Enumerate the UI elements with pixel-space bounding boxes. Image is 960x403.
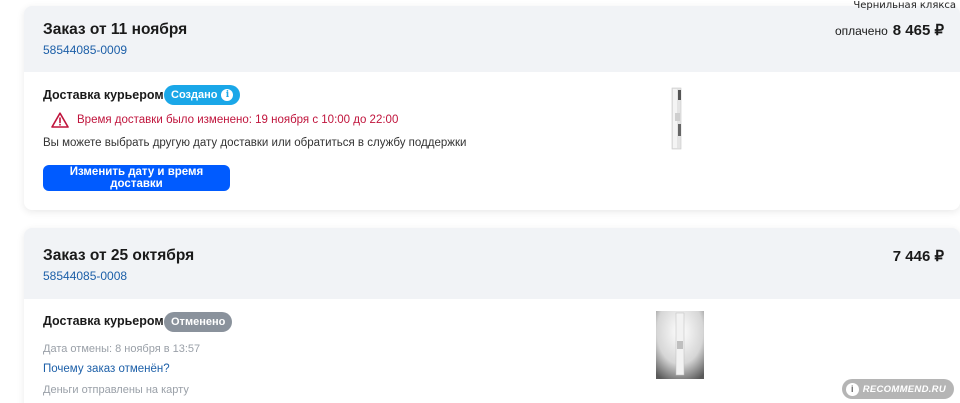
delivery-warning: Время доставки было изменено: 19 ноября …: [51, 112, 398, 128]
delivery-title: Доставка курьером: [43, 314, 164, 328]
order-header: Заказ от 25 октября 58544085-0008 7 446 …: [24, 228, 960, 299]
order-price: оплачено 8 465 ₽: [835, 21, 944, 39]
order-price: 7 446 ₽: [893, 247, 944, 265]
status-badge-label: Отменено: [171, 316, 226, 328]
support-hint: Вы можете выбрать другую дату доставки и…: [43, 137, 467, 149]
order-number-link[interactable]: 58544085-0008: [43, 269, 127, 283]
status-badge-label: Создано: [171, 89, 218, 101]
status-badge[interactable]: Создано i: [164, 85, 241, 105]
product-thumbnail[interactable]: [656, 311, 704, 379]
order-title: Заказ от 11 ноября: [43, 21, 188, 38]
order-title: Заказ от 25 октября: [43, 247, 195, 264]
order-card[interactable]: Заказ от 11 ноября 58544085-0009 оплачен…: [24, 6, 960, 210]
info-icon[interactable]: i: [221, 89, 234, 101]
price-value: 7 446 ₽: [892, 248, 944, 265]
why-cancelled-link[interactable]: Почему заказ отменён?: [43, 363, 170, 375]
order-number-link[interactable]: 58544085-0009: [43, 43, 127, 57]
cancel-date: Дата отмены: 8 ноября в 13:57: [43, 343, 201, 355]
recommend-logo-icon: i: [845, 382, 859, 396]
product-thumbnail[interactable]: [664, 86, 690, 152]
watermark-text: RECOMMEND.RU: [862, 383, 946, 395]
change-delivery-button[interactable]: Изменить дату и время доставки: [43, 165, 230, 191]
refund-status: Деньги отправлены на карту: [43, 384, 189, 396]
delivery-title: Доставка курьером: [43, 88, 164, 102]
price-value: 8 465 ₽: [892, 22, 944, 39]
warning-triangle-icon: [51, 112, 69, 128]
watermark-caption: Чернильная клякса: [853, 0, 956, 11]
warning-text: Время доставки было изменено: 19 ноября …: [77, 114, 399, 126]
order-header: Заказ от 11 ноября 58544085-0009 оплачен…: [24, 6, 960, 72]
watermark-badge: i RECOMMEND.RU: [841, 379, 954, 399]
status-badge: Отменено: [164, 312, 233, 332]
order-card[interactable]: Заказ от 25 октября 58544085-0008 7 446 …: [24, 228, 960, 403]
paid-label: оплачено: [834, 24, 888, 38]
